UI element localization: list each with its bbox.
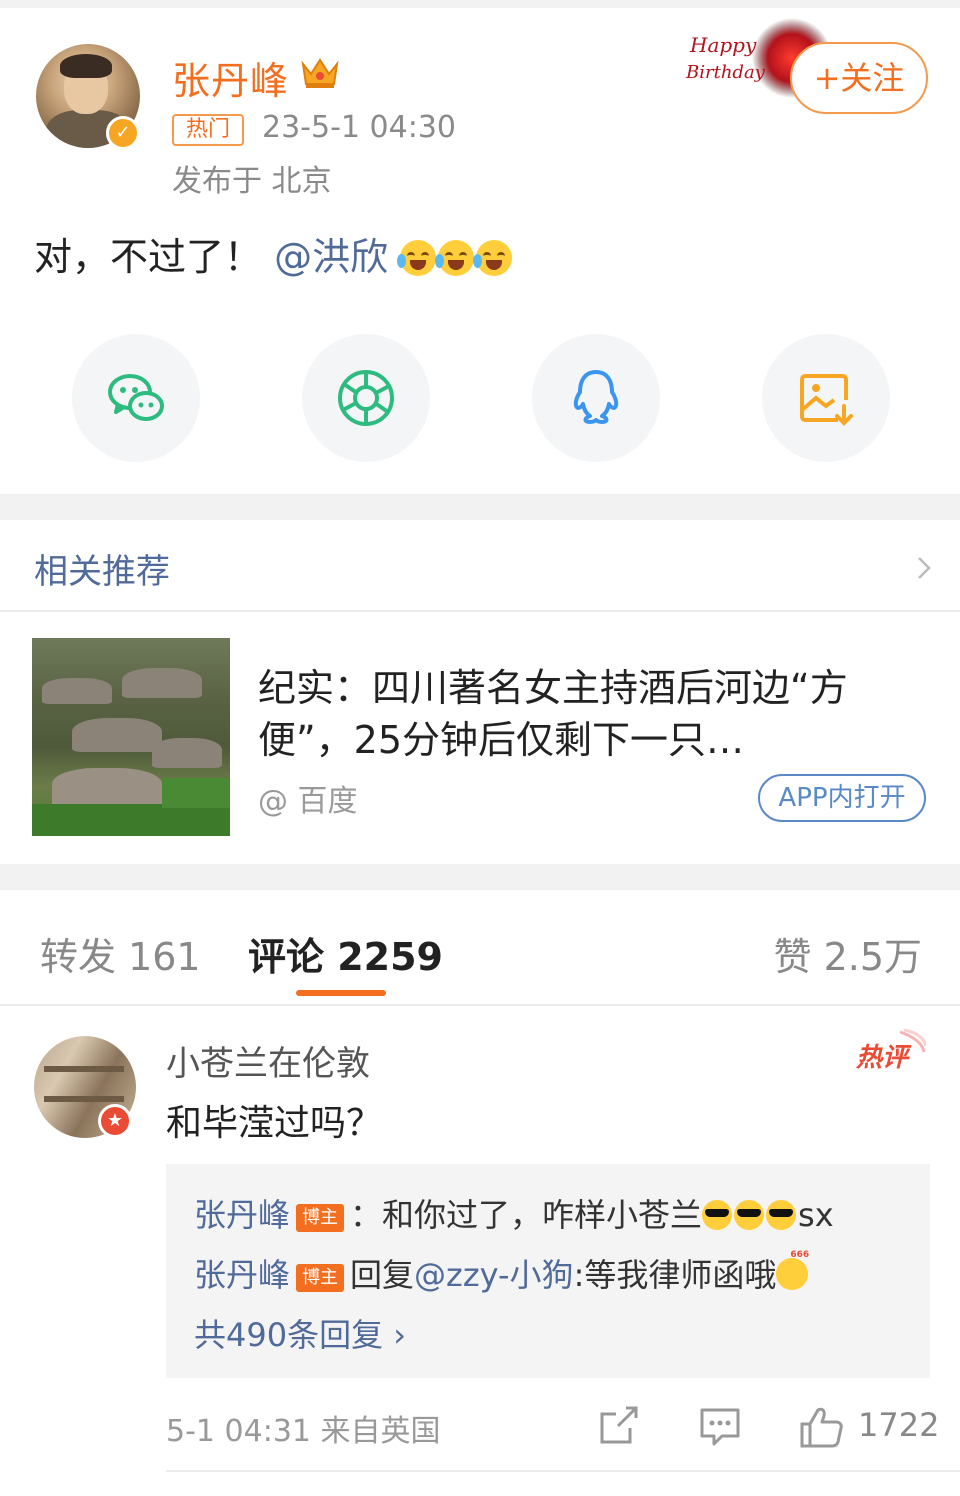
sunglasses-emoji-icon [766,1200,797,1230]
chevron-right-icon[interactable] [912,554,936,582]
moments-icon [338,370,394,426]
sunglasses-emoji-icon [734,1200,765,1230]
tab-likes[interactable]: 赞 2.5万 [773,926,922,981]
reply-item[interactable]: 张丹峰 博主 回复@zzy-小狗:等我律师函哦 [194,1250,809,1296]
hot-comment-badge: 热评 [855,1028,926,1073]
divider [166,1470,960,1472]
recommendation-source: @ 百度 [258,784,358,819]
comment-meta: 5-1 04:31 来自英国 [166,1414,441,1449]
comment-icon[interactable] [698,1404,742,1448]
reply-item[interactable]: 张丹峰 博主 ：和你过了，咋样小苍兰 sx [194,1190,834,1236]
wechat-icon [108,374,164,421]
mention-link[interactable]: @zzy-小狗 [414,1256,574,1294]
qq-icon [573,370,619,424]
recommendation-thumbnail[interactable] [32,638,230,836]
section-gap [0,494,960,520]
verified-icon: ✓ [106,116,140,150]
post-text: 对，不过了！ @洪欣 [34,226,514,281]
svg-text:Birthday: Birthday [685,62,766,83]
reply-author[interactable]: 张丹峰 [194,1256,290,1294]
reply-box[interactable]: 张丹峰 博主 ：和你过了，咋样小苍兰 sx 张丹峰 博主 回复@zzy-小狗:等我律师函哦… [166,1164,930,1378]
svg-text:热评: 热评 [855,1043,912,1073]
tab-repost[interactable]: 转发 161 [40,926,201,981]
active-tab-indicator [296,990,386,996]
tab-comment[interactable]: 评论 2259 [248,926,443,981]
comment-text: 和毕滢过吗？ [166,1103,383,1144]
view-all-replies-link[interactable]: 共490条回复 › [194,1310,406,1356]
save-image-button[interactable] [762,334,890,462]
share-qq-button[interactable] [532,334,660,462]
recommendation-title[interactable]: 纪实：四川著名女主持酒后河边“方便”，25分钟后仅剩下一只… [258,662,938,766]
laugh-cry-emoji-icon [435,240,475,276]
author-name[interactable]: 张丹峰 [172,50,289,105]
mention-link[interactable]: @洪欣 [274,235,388,279]
crown-icon [301,58,339,88]
save-image-icon [800,374,853,426]
divider [0,1004,960,1006]
share-moments-button[interactable] [302,334,430,462]
share-icon[interactable] [596,1404,640,1448]
divider [0,610,960,612]
follow-button[interactable]: +关注 [790,42,928,114]
laugh-cry-emoji-icon [473,240,513,276]
svg-text:Happy: Happy [689,33,757,57]
open-in-app-button[interactable]: APP内打开 [758,774,926,822]
post-location: 发布于 北京 [172,164,332,199]
like-icon[interactable] [798,1404,844,1450]
hot-tag: 热门 [172,114,244,146]
blogger-tag: 博主 [296,1264,345,1292]
top-divider [0,0,960,8]
post-time: 23-5-1 04:30 [262,110,456,145]
section-gap [0,864,960,890]
star-badge-icon: ★ [98,1104,132,1138]
laugh-cry-emoji-icon [397,240,437,276]
reply-author[interactable]: 张丹峰 [194,1196,290,1234]
thinking-emoji-icon [776,1250,809,1290]
share-wechat-button[interactable] [72,334,200,462]
like-count: 1722 [858,1406,940,1444]
sunglasses-emoji-icon [702,1200,733,1230]
blogger-tag: 博主 [296,1204,345,1232]
related-title[interactable]: 相关推荐 [34,544,170,593]
commenter-name[interactable]: 小苍兰在伦敦 [166,1036,370,1085]
